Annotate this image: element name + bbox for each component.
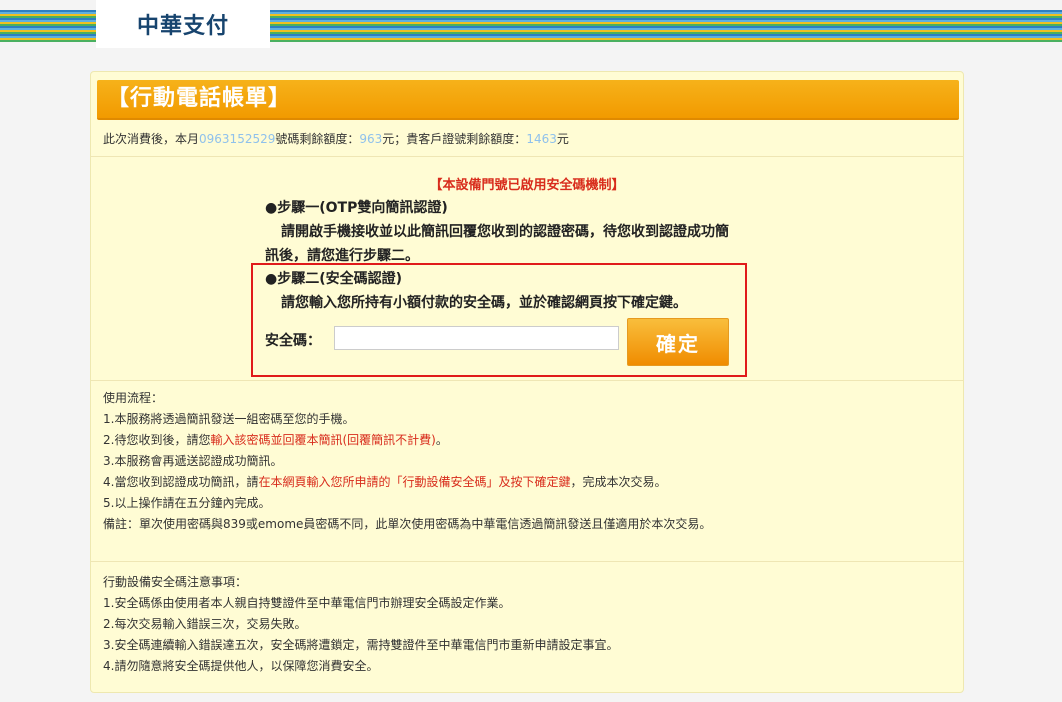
usage-item-2: 2.待您收到後，請您輸入該密碼並回覆本簡訊(回覆簡訊不計費)。 [103, 430, 711, 451]
security-notice: 【本設備門號已啟用安全碼機制】 [429, 178, 625, 193]
divider [91, 380, 963, 381]
usage-item-2-end: 。 [435, 433, 448, 447]
step1-block: ●步驟一(OTP雙向簡訊認證) 請開啟手機接收並以此簡訊回覆您收到的認證密碼，待… [265, 196, 795, 268]
usage-item-4-text: 4.當您收到認證成功簡訊，請 [103, 475, 259, 489]
page-title: 【行動電話帳單】 [97, 80, 959, 120]
security-notes-heading: 行動設備安全碼注意事項： [103, 575, 248, 589]
id-quota-amount: 1463 [526, 132, 557, 146]
security-note-2: 2.每次交易輸入錯誤三次，交易失敗。 [103, 617, 307, 631]
usage-item-4: 4.當您收到認證成功簡訊，請在本網頁輸入您所申請的「行動設備安全碼」及按下確定鍵… [103, 472, 711, 493]
usage-heading: 使用流程： [103, 391, 164, 405]
security-note-3: 3.安全碼連續輸入錯誤達五次，安全碼將遭鎖定，需持雙證件至中華電信門市重新申請設… [103, 638, 619, 652]
usage-item-2-highlight: 輸入該密碼並回覆本簡訊(回覆簡訊不計費) [210, 433, 436, 447]
confirm-button[interactable]: 確定 [627, 318, 729, 366]
divider [91, 561, 963, 562]
step2-title: ●步驟二(安全碼認證) [265, 271, 403, 287]
usage-item-4-highlight: 在本網頁輸入您所申請的「行動設備安全碼」及按下確定鍵 [258, 475, 571, 489]
usage-item-2-text: 2.待您收到後，請您 [103, 433, 211, 447]
usage-section: 使用流程： 1.本服務將透過簡訊發送一組密碼至您的手機。 2.待您收到後，請您輸… [103, 388, 711, 535]
security-code-input[interactable] [334, 326, 619, 350]
id-quota-label: 元；貴客戶證號剩餘額度： [382, 132, 527, 146]
step2-block: ●步驟二(安全碼認證) 請您輸入您所持有小額付款的安全碼，並於確認網頁按下確定鍵… [265, 267, 755, 315]
phone-quota-label: 號碼剩餘額度： [275, 132, 360, 146]
usage-item-1: 1.本服務將透過簡訊發送一組密碼至您的手機。 [103, 412, 355, 426]
usage-item-4-end: ，完成本次交易。 [570, 475, 667, 489]
billing-panel: 【行動電話帳單】 此次消費後，本月0963152529號碼剩餘額度：963元；貴… [90, 71, 964, 693]
quota-suffix: 元 [556, 132, 569, 146]
step2-line1: 請您輸入您所持有小額付款的安全碼，並於確認網頁按下確定鍵。 [281, 295, 687, 311]
header-stripes-right [270, 10, 1062, 42]
step1-line1: 請開啟手機接收並以此簡訊回覆您收到的認證密碼，待您收到認證成功簡 [281, 224, 729, 240]
usage-item-5: 5.以上操作請在五分鐘內完成。 [103, 496, 271, 510]
step1-title: ●步驟一(OTP雙向簡訊認證) [265, 200, 448, 216]
security-note-1: 1.安全碼係由使用者本人親自持雙證件至中華電信門市辦理安全碼設定作業。 [103, 596, 511, 610]
brand-name: 中華支付 [136, 14, 229, 39]
usage-item-3: 3.本服務會再遞送認證成功簡訊。 [103, 454, 283, 468]
brand-logo: 中華支付 [96, 0, 270, 48]
quota-info: 此次消費後，本月0963152529號碼剩餘額度：963元；貴客戶證號剩餘額度：… [103, 130, 569, 147]
security-note-4: 4.請勿隨意將安全碼提供他人，以保障您消費安全。 [103, 659, 379, 673]
quota-prefix: 此次消費後，本月 [103, 132, 200, 146]
security-code-label: 安全碼： [265, 333, 321, 349]
header-stripes-left [0, 10, 96, 42]
divider [91, 156, 963, 157]
usage-remark: 備註：單次使用密碼與839或emome員密碼不同，此單次使用密碼為中華電信透過簡… [103, 517, 712, 531]
security-notes-section: 行動設備安全碼注意事項： 1.安全碼係由使用者本人親自持雙證件至中華電信門市辦理… [103, 572, 618, 677]
phone-number-masked: 0963152529 [199, 132, 276, 146]
phone-quota-amount: 963 [359, 132, 383, 146]
